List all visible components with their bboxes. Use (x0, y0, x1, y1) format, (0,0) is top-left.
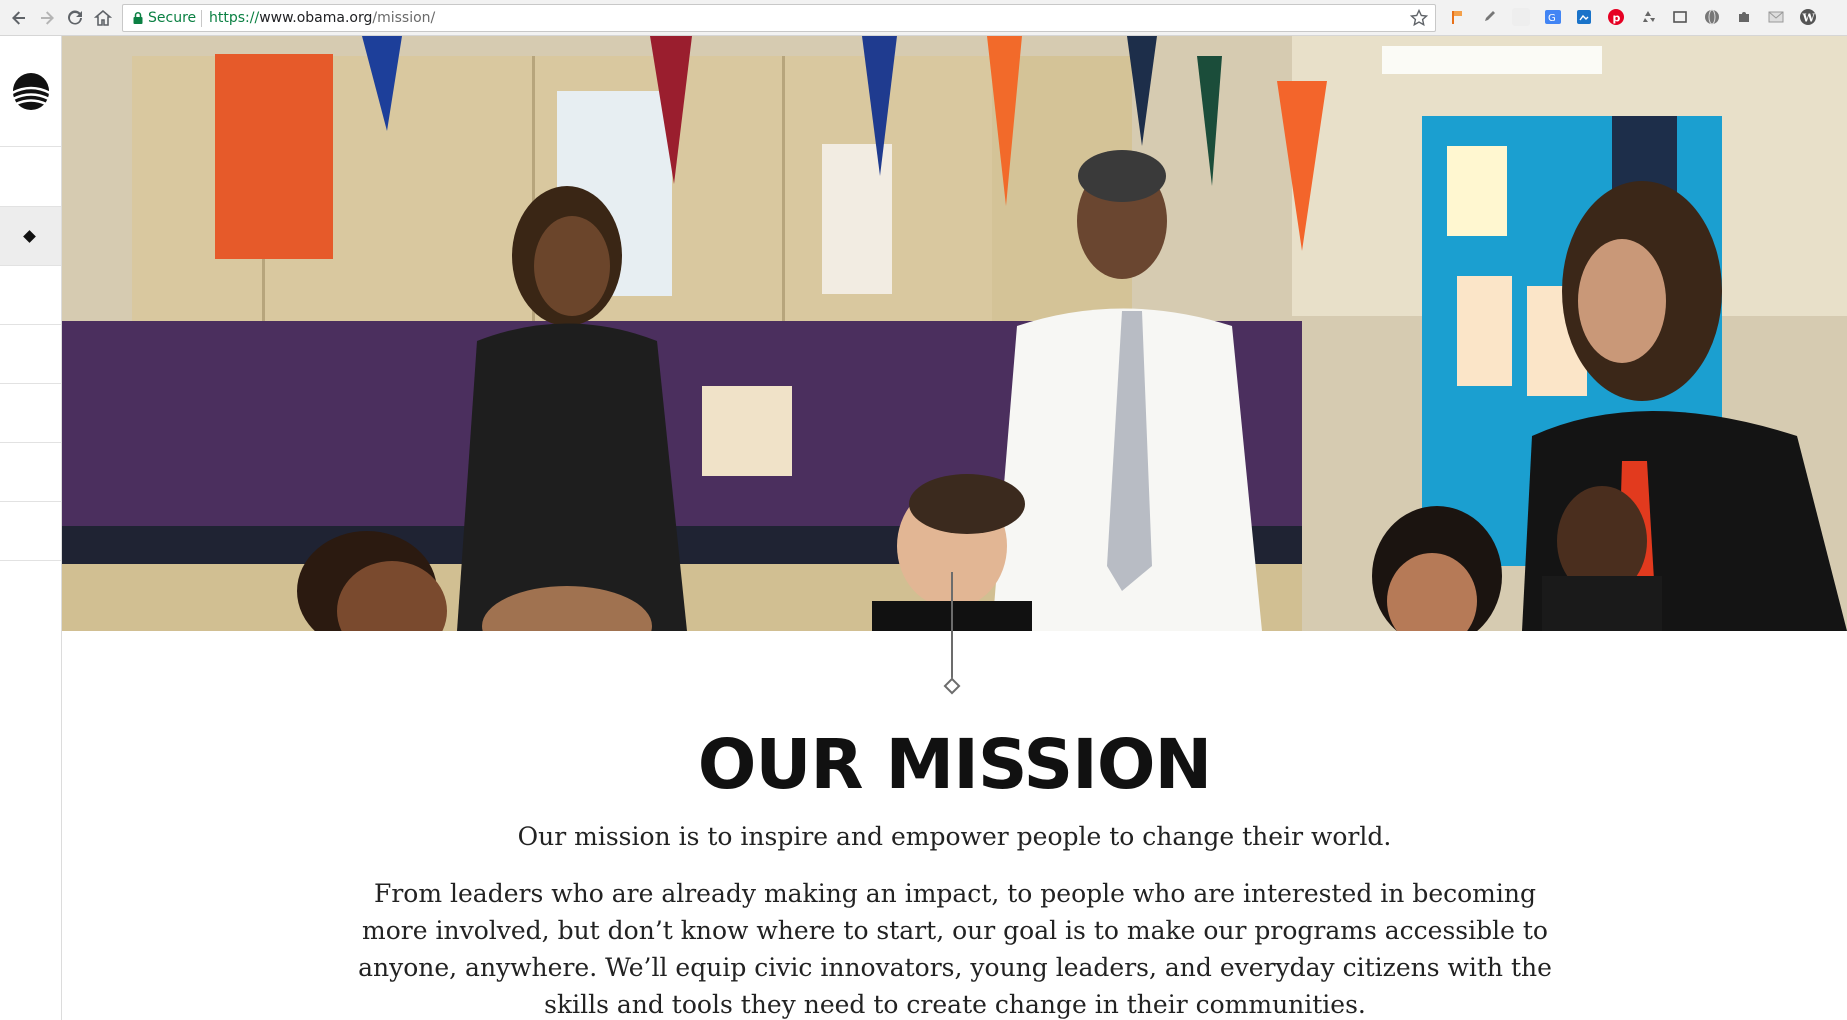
connector-diamond-icon (943, 677, 961, 695)
url-host: www.obama.org (259, 10, 373, 26)
globe-icon[interactable] (1703, 8, 1721, 26)
sidebar-slot-7[interactable] (0, 501, 61, 561)
sidebar-slot-4[interactable] (0, 324, 61, 383)
home-icon[interactable] (90, 5, 116, 31)
url-scheme: https:// (209, 10, 260, 26)
hero-photo (62, 36, 1847, 631)
gmail-icon[interactable] (1767, 8, 1785, 26)
reload-icon[interactable] (62, 5, 88, 31)
svg-text:W: W (1802, 12, 1816, 25)
browser-toolbar: Secure https://www.obama.org/mission/ G … (0, 0, 1847, 36)
url-text[interactable]: https://www.obama.org/mission/ (209, 10, 435, 26)
page-title: OUR MISSION (697, 725, 1213, 805)
sidebar-slot-6[interactable] (0, 442, 61, 501)
sidebar-slot-3[interactable] (0, 265, 61, 324)
translate-icon[interactable]: G (1544, 8, 1562, 26)
eyedropper-icon[interactable] (1480, 8, 1498, 26)
sidebar-slot-1[interactable] (0, 146, 61, 205)
omnibox-divider (201, 10, 202, 27)
url-path: /mission/ (372, 10, 436, 26)
flag-icon[interactable] (1448, 8, 1466, 26)
blank-extension-icon[interactable] (1512, 8, 1530, 26)
recycle-icon[interactable] (1639, 8, 1657, 26)
secure-label: Secure (148, 10, 197, 26)
address-bar[interactable]: Secure https://www.obama.org/mission/ (122, 4, 1436, 32)
crop-icon[interactable] (1671, 8, 1689, 26)
sidebar-slot-active[interactable] (0, 206, 61, 265)
section-connector-line (951, 572, 953, 682)
svg-text:p: p (1613, 12, 1621, 25)
mission-body: From leaders who are already making an i… (358, 879, 1552, 1019)
puzzle-icon[interactable] (1735, 8, 1753, 26)
pinterest-icon[interactable]: p (1607, 8, 1625, 26)
star-icon[interactable] (1409, 8, 1429, 28)
active-indicator-icon (23, 230, 36, 243)
obama-foundation-logo[interactable] (10, 71, 52, 113)
wordpress-icon[interactable]: W (1799, 8, 1817, 26)
lock-icon (133, 11, 143, 24)
site-sidebar (0, 36, 62, 1020)
mission-lead: Our mission is to inspire and empower pe… (517, 822, 1392, 851)
forward-icon[interactable] (34, 5, 60, 31)
back-icon[interactable] (6, 5, 32, 31)
sidebar-slot-5[interactable] (0, 383, 61, 442)
screenshot-icon[interactable] (1575, 8, 1593, 26)
svg-text:G: G (1548, 13, 1556, 24)
